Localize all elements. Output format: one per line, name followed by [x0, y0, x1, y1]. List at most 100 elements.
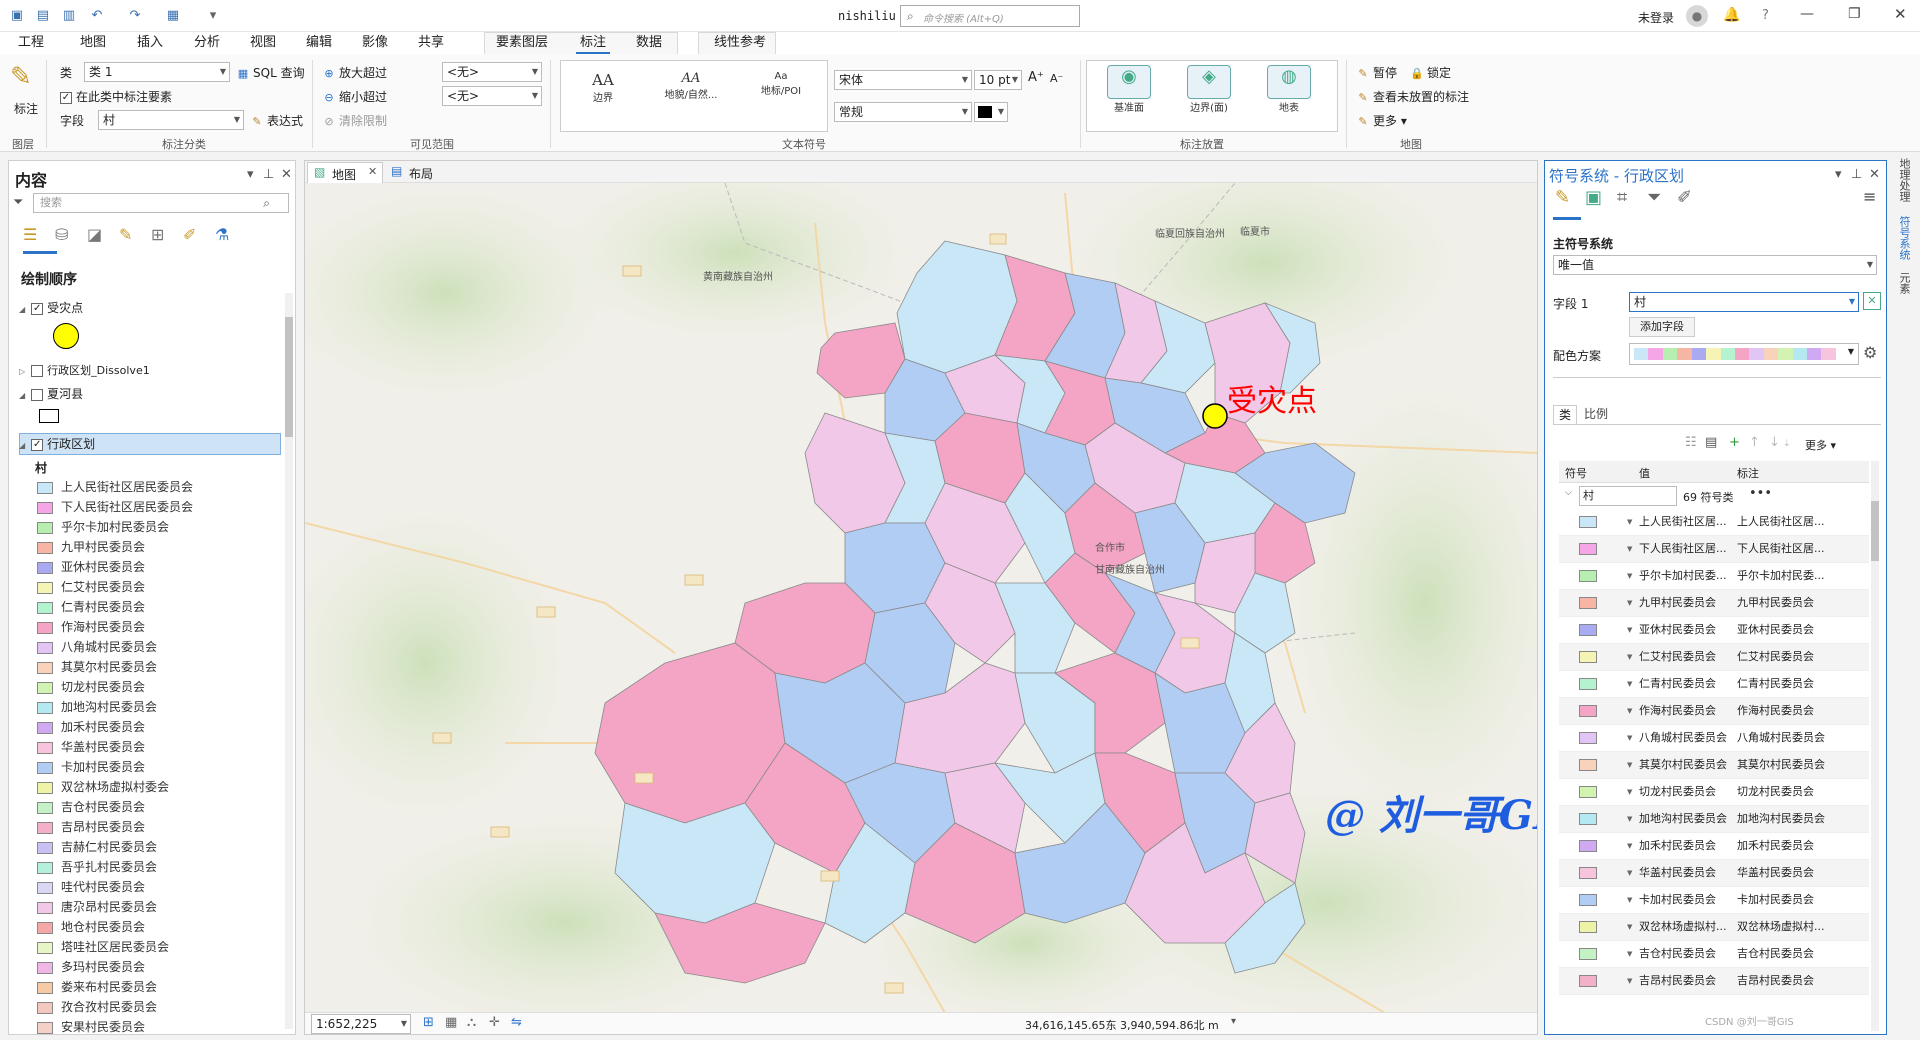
label-class-dropdown[interactable]: 类 1 ▼ [84, 62, 230, 82]
legend-item[interactable]: 安果村民委员会 [37, 1017, 145, 1037]
units-dropdown-icon[interactable]: ▾ [1231, 1016, 1236, 1027]
expand-icon[interactable]: ◢ [19, 305, 25, 314]
class-value[interactable]: 乎尔卡加村民委... [1639, 563, 1735, 589]
contents-search-input[interactable]: 搜索 ⌕ [33, 193, 289, 213]
class-symbol-swatch[interactable] [1579, 786, 1597, 798]
sql-query-button[interactable]: ▦ SQL 查询 [236, 64, 305, 81]
chevron-down-icon[interactable]: ▼ [1627, 617, 1632, 643]
help-button[interactable]: ? [1762, 8, 1769, 23]
class-symbol-swatch[interactable] [1579, 840, 1597, 852]
legend-item[interactable]: 华盖村民委员会 [37, 737, 145, 757]
tab-feature-layer[interactable]: 要素图层 [492, 34, 552, 54]
class-value[interactable]: 吉昂村民委员会 [1639, 968, 1735, 994]
minimize-button[interactable]: — [1800, 6, 1814, 22]
legend-item[interactable]: 下人民街社区居民委员会 [37, 497, 193, 517]
legend-swatch[interactable] [37, 781, 53, 794]
class-value[interactable]: 切龙村民委员会 [1639, 779, 1735, 805]
pane-options-icon[interactable]: ▾ [247, 167, 254, 182]
class-symbol-swatch[interactable] [1579, 705, 1597, 717]
chevron-down-icon[interactable]: ▼ [1627, 941, 1632, 967]
legend-swatch[interactable] [37, 661, 53, 674]
primary-symbology-icon[interactable]: ✎ [1555, 187, 1570, 208]
legend-item[interactable]: 切龙村民委员会 [37, 677, 145, 697]
layer-checkbox[interactable]: ✓ [31, 302, 44, 315]
sort-icon[interactable]: ⇣ [1783, 439, 1791, 449]
decrease-font-icon[interactable]: A⁻ [1050, 72, 1063, 85]
font-name-dropdown[interactable]: 宋体 ▼ [834, 70, 972, 90]
class-value[interactable]: 上人民街社区居... [1639, 509, 1735, 535]
legend-swatch[interactable] [37, 861, 53, 874]
tab-data[interactable]: 数据 [632, 34, 666, 54]
zoom-in-scale-dropdown[interactable]: <无> ▼ [442, 62, 542, 82]
tab-view[interactable]: 视图 [246, 34, 280, 54]
list-icon[interactable]: ☷ [1685, 435, 1697, 450]
class-label[interactable]: 吉昂村民委员会 [1737, 968, 1857, 994]
class-label[interactable]: 乎尔卡加村民委... [1737, 563, 1857, 589]
classes-scrollbar[interactable] [1871, 461, 1879, 1031]
maximize-button[interactable]: ❐ [1848, 6, 1861, 22]
move-down-icon[interactable]: ↓ [1769, 435, 1780, 450]
legend-item[interactable]: 仁青村民委员会 [37, 597, 145, 617]
pin-icon[interactable]: ⊥ [263, 167, 274, 182]
tab-layout-view[interactable]: ▤ 布局 [387, 162, 447, 183]
chevron-down-icon[interactable]: ▼ [1627, 644, 1632, 670]
label-toggle-button[interactable]: ✎ 标注 [6, 60, 42, 116]
class-symbol-swatch[interactable] [1579, 813, 1597, 825]
more-button[interactable]: ✎ 更多 ▾ [1356, 112, 1406, 129]
fixed-zoom-icon[interactable]: ⊞ [423, 1015, 434, 1030]
new-project-icon[interactable]: ▣ [8, 7, 26, 25]
legend-swatch[interactable] [37, 501, 53, 514]
open-icon[interactable]: ▤ [34, 7, 52, 25]
pane-options-icon[interactable]: ▾ [1835, 167, 1842, 182]
legend-item[interactable]: 其莫尔村民委员会 [37, 657, 157, 677]
class-value[interactable]: 仁艾村民委员会 [1639, 644, 1735, 670]
font-color-picker[interactable]: ▼ [974, 102, 1008, 122]
class-label[interactable]: 仁艾村民委员会 [1737, 644, 1857, 670]
close-tab-icon[interactable]: ✕ [368, 165, 377, 178]
legend-swatch[interactable] [37, 581, 53, 594]
class-value[interactable]: 下人民街社区居... [1639, 536, 1735, 562]
legend-swatch[interactable] [37, 601, 53, 614]
drawing-order-icon[interactable]: ☰ [23, 225, 37, 244]
symbol-class-row[interactable]: ▼ 双岔林场虚拟村... 双岔林场虚拟村... [1559, 914, 1869, 941]
tab-project[interactable]: 工程 [14, 34, 48, 54]
class-value[interactable]: 八角城村民委员会 [1639, 725, 1735, 751]
legend-swatch[interactable] [37, 701, 53, 714]
class-value[interactable]: 九甲村民委员会 [1639, 590, 1735, 616]
legend-swatch[interactable] [37, 901, 53, 914]
symbol-class-row[interactable]: ▼ 作海村民委员会 作海村民委员会 [1559, 698, 1869, 725]
symbol-class-row[interactable]: ▼ 亚休村民委员会 亚休村民委员会 [1559, 617, 1869, 644]
affected-point[interactable] [1202, 403, 1228, 429]
class-label[interactable]: 仁青村民委员会 [1737, 671, 1857, 697]
class-label[interactable]: 九甲村民委员会 [1737, 590, 1857, 616]
class-value[interactable]: 仁青村民委员会 [1639, 671, 1735, 697]
chevron-down-icon[interactable]: ▼ [1627, 590, 1632, 616]
legend-item[interactable]: 吉昂村民委员会 [37, 817, 145, 837]
tab-imagery[interactable]: 影像 [358, 34, 392, 54]
legend-swatch[interactable] [37, 721, 53, 734]
layer-row-xiahe[interactable]: ◢ 夏河县 [19, 385, 83, 403]
chevron-down-icon[interactable]: ▼ [1627, 779, 1632, 805]
zoom-out-scale-dropdown[interactable]: <无> ▼ [442, 86, 542, 106]
add-class-icon[interactable]: + [1729, 435, 1740, 450]
legend-item[interactable]: 乎尔卡加村民委员会 [37, 517, 169, 537]
chevron-down-icon[interactable]: ▼ [1627, 563, 1632, 589]
class-label[interactable]: 下人民街社区居... [1737, 536, 1857, 562]
class-symbol-swatch[interactable] [1579, 543, 1597, 555]
field1-dropdown[interactable]: 村 ▼ [1629, 292, 1859, 312]
class-group-row[interactable]: ⌵ 村 69 符号类 ••• [1559, 485, 1869, 507]
layer-checkbox[interactable] [31, 388, 44, 401]
class-value[interactable]: 作海村民委员会 [1639, 698, 1735, 724]
map-canvas[interactable]: 黄南藏族自治州 临夏回族自治州 临夏市 合作市 甘南藏族自治州 受灾点 @ 刘一… [305, 183, 1537, 1013]
legend-item[interactable]: 八角城村民委员会 [37, 637, 157, 657]
font-size-dropdown[interactable]: 10 pt ▼ [974, 70, 1022, 90]
chevron-down-icon[interactable]: ▼ [1627, 725, 1632, 751]
increase-font-icon[interactable]: A⁺ [1028, 70, 1044, 85]
legend-swatch[interactable] [37, 521, 53, 534]
expand-icon[interactable]: ◢ [19, 441, 25, 450]
class-label[interactable]: 切龙村民委员会 [1737, 779, 1857, 805]
font-style-dropdown[interactable]: 常规 ▼ [834, 102, 972, 122]
class-symbol-swatch[interactable] [1579, 597, 1597, 609]
tab-edit[interactable]: 编辑 [302, 34, 336, 54]
tab-linear-referencing[interactable]: 线性参考 [710, 34, 770, 54]
